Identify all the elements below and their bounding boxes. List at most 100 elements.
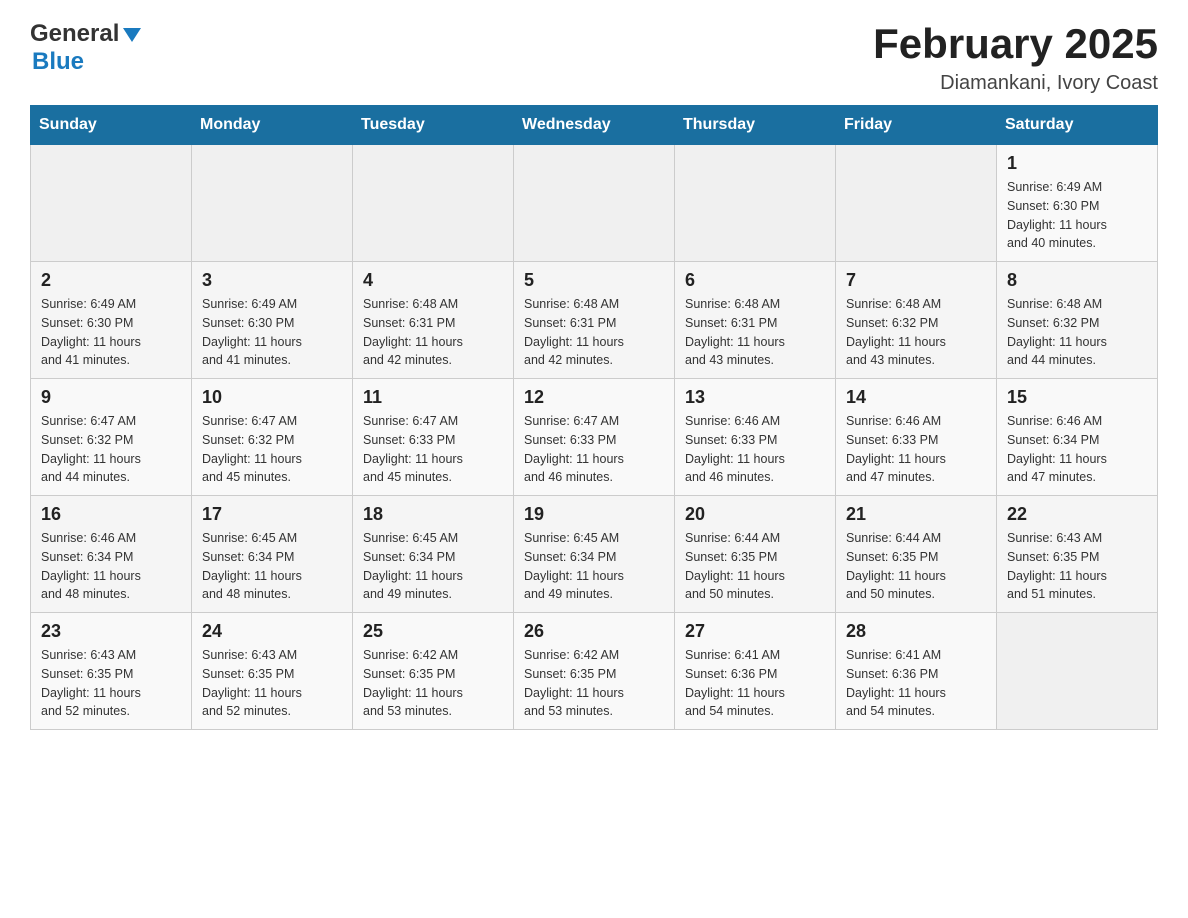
- calendar-header-row: SundayMondayTuesdayWednesdayThursdayFrid…: [31, 106, 1158, 145]
- day-info: Sunrise: 6:48 AM Sunset: 6:32 PM Dayligh…: [846, 295, 986, 370]
- day-info: Sunrise: 6:46 AM Sunset: 6:34 PM Dayligh…: [41, 529, 181, 604]
- day-header-monday: Monday: [192, 106, 353, 145]
- day-number: 27: [685, 621, 825, 642]
- day-number: 17: [202, 504, 342, 525]
- day-header-tuesday: Tuesday: [353, 106, 514, 145]
- day-info: Sunrise: 6:46 AM Sunset: 6:33 PM Dayligh…: [846, 412, 986, 487]
- day-info: Sunrise: 6:45 AM Sunset: 6:34 PM Dayligh…: [363, 529, 503, 604]
- day-info: Sunrise: 6:49 AM Sunset: 6:30 PM Dayligh…: [1007, 178, 1147, 253]
- day-number: 6: [685, 270, 825, 291]
- day-info: Sunrise: 6:47 AM Sunset: 6:33 PM Dayligh…: [363, 412, 503, 487]
- calendar-cell: 24Sunrise: 6:43 AM Sunset: 6:35 PM Dayli…: [192, 613, 353, 730]
- day-info: Sunrise: 6:48 AM Sunset: 6:32 PM Dayligh…: [1007, 295, 1147, 370]
- day-number: 18: [363, 504, 503, 525]
- day-number: 20: [685, 504, 825, 525]
- calendar-cell: 3Sunrise: 6:49 AM Sunset: 6:30 PM Daylig…: [192, 262, 353, 379]
- day-number: 19: [524, 504, 664, 525]
- calendar-cell: 26 Sunrise: 6:42 AM Sunset: 6:35 PM Dayli…: [514, 613, 675, 730]
- day-number: 16: [41, 504, 181, 525]
- calendar-cell: [675, 145, 836, 262]
- calendar-cell: 12 Sunrise: 6:47 AM Sunset: 6:33 PM Dayli…: [514, 379, 675, 496]
- calendar-cell: [31, 145, 192, 262]
- day-info: Sunrise: 6:46 AM Sunset: 6:34 PM Dayligh…: [1007, 412, 1147, 487]
- day-number: 12: [524, 387, 664, 408]
- calendar-cell: 25 Sunrise: 6:42 AM Sunset: 6:35 PM Dayli…: [353, 613, 514, 730]
- calendar-cell: [836, 145, 997, 262]
- calendar-cell: 9 Sunrise: 6:47 AM Sunset: 6:32 PM Daylig…: [31, 379, 192, 496]
- week-row-3: 16 Sunrise: 6:46 AM Sunset: 6:34 PM Dayli…: [31, 496, 1158, 613]
- day-info: Sunrise: 6:47 AM Sunset: 6:32 PM Dayligh…: [41, 412, 181, 487]
- calendar-cell: 27 Sunrise: 6:41 AM Sunset: 6:36 PM Dayli…: [675, 613, 836, 730]
- day-number: 28: [846, 621, 986, 642]
- day-info: Sunrise: 6:45 AM Sunset: 6:34 PM Dayligh…: [524, 529, 664, 604]
- calendar-table: SundayMondayTuesdayWednesdayThursdayFrid…: [30, 105, 1158, 730]
- day-number: 11: [363, 387, 503, 408]
- day-number: 14: [846, 387, 986, 408]
- day-info: Sunrise: 6:47 AM Sunset: 6:33 PM Dayligh…: [524, 412, 664, 487]
- day-header-thursday: Thursday: [675, 106, 836, 145]
- day-number: 5: [524, 270, 664, 291]
- day-number: 13: [685, 387, 825, 408]
- day-info: Sunrise: 6:45 AM Sunset: 6:34 PM Dayligh…: [202, 529, 342, 604]
- day-number: 26: [524, 621, 664, 642]
- week-row-4: 23 Sunrise: 6:43 AM Sunset: 6:35 PM Dayli…: [31, 613, 1158, 730]
- day-number: 1: [1007, 153, 1147, 174]
- day-number: 25: [363, 621, 503, 642]
- calendar-cell: 18 Sunrise: 6:45 AM Sunset: 6:34 PM Dayli…: [353, 496, 514, 613]
- title-section: February 2025 Diamankani, Ivory Coast: [873, 20, 1158, 95]
- calendar-cell: 1 Sunrise: 6:49 AM Sunset: 6:30 PM Daylig…: [997, 145, 1158, 262]
- day-header-wednesday: Wednesday: [514, 106, 675, 145]
- logo: General Blue: [30, 20, 141, 76]
- page-header: General Blue February 2025 Diamankani, I…: [30, 20, 1158, 95]
- calendar-cell: 4 Sunrise: 6:48 AM Sunset: 6:31 PM Daylig…: [353, 262, 514, 379]
- calendar-cell: 28 Sunrise: 6:41 AM Sunset: 6:36 PM Dayli…: [836, 613, 997, 730]
- day-number: 2: [41, 270, 181, 291]
- day-info: Sunrise: 6:46 AM Sunset: 6:33 PM Dayligh…: [685, 412, 825, 487]
- week-row-0: 1 Sunrise: 6:49 AM Sunset: 6:30 PM Daylig…: [31, 145, 1158, 262]
- calendar-cell: 20 Sunrise: 6:44 AM Sunset: 6:35 PM Dayli…: [675, 496, 836, 613]
- day-header-friday: Friday: [836, 106, 997, 145]
- calendar-cell: 23 Sunrise: 6:43 AM Sunset: 6:35 PM Dayli…: [31, 613, 192, 730]
- calendar-cell: 7Sunrise: 6:48 AM Sunset: 6:32 PM Daylig…: [836, 262, 997, 379]
- logo-arrow: [123, 28, 141, 42]
- day-info: Sunrise: 6:44 AM Sunset: 6:35 PM Dayligh…: [685, 529, 825, 604]
- day-info: Sunrise: 6:49 AM Sunset: 6:30 PM Dayligh…: [202, 295, 342, 370]
- week-row-1: 2 Sunrise: 6:49 AM Sunset: 6:30 PM Daylig…: [31, 262, 1158, 379]
- day-number: 10: [202, 387, 342, 408]
- calendar-cell: 10 Sunrise: 6:47 AM Sunset: 6:32 PM Dayli…: [192, 379, 353, 496]
- day-number: 4: [363, 270, 503, 291]
- calendar-cell: 17 Sunrise: 6:45 AM Sunset: 6:34 PM Dayli…: [192, 496, 353, 613]
- day-number: 23: [41, 621, 181, 642]
- calendar-cell: [192, 145, 353, 262]
- day-header-saturday: Saturday: [997, 106, 1158, 145]
- calendar-cell: 5 Sunrise: 6:48 AM Sunset: 6:31 PM Daylig…: [514, 262, 675, 379]
- calendar-cell: 14 Sunrise: 6:46 AM Sunset: 6:33 PM Dayli…: [836, 379, 997, 496]
- day-number: 21: [846, 504, 986, 525]
- day-info: Sunrise: 6:41 AM Sunset: 6:36 PM Dayligh…: [685, 646, 825, 721]
- calendar-cell: 13 Sunrise: 6:46 AM Sunset: 6:33 PM Dayli…: [675, 379, 836, 496]
- calendar-cell: [353, 145, 514, 262]
- day-info: Sunrise: 6:41 AM Sunset: 6:36 PM Dayligh…: [846, 646, 986, 721]
- day-header-sunday: Sunday: [31, 106, 192, 145]
- calendar-cell: 21Sunrise: 6:44 AM Sunset: 6:35 PM Dayli…: [836, 496, 997, 613]
- day-number: 9: [41, 387, 181, 408]
- logo-blue-text: Blue: [32, 48, 84, 76]
- day-info: Sunrise: 6:48 AM Sunset: 6:31 PM Dayligh…: [363, 295, 503, 370]
- calendar-cell: [514, 145, 675, 262]
- day-info: Sunrise: 6:43 AM Sunset: 6:35 PM Dayligh…: [41, 646, 181, 721]
- day-number: 24: [202, 621, 342, 642]
- day-info: Sunrise: 6:47 AM Sunset: 6:32 PM Dayligh…: [202, 412, 342, 487]
- calendar-cell: 11 Sunrise: 6:47 AM Sunset: 6:33 PM Dayli…: [353, 379, 514, 496]
- calendar-cell: 16 Sunrise: 6:46 AM Sunset: 6:34 PM Dayli…: [31, 496, 192, 613]
- day-info: Sunrise: 6:42 AM Sunset: 6:35 PM Dayligh…: [363, 646, 503, 721]
- day-number: 22: [1007, 504, 1147, 525]
- day-info: Sunrise: 6:42 AM Sunset: 6:35 PM Dayligh…: [524, 646, 664, 721]
- calendar-cell: 8Sunrise: 6:48 AM Sunset: 6:32 PM Daylig…: [997, 262, 1158, 379]
- calendar-cell: 6 Sunrise: 6:48 AM Sunset: 6:31 PM Daylig…: [675, 262, 836, 379]
- day-number: 15: [1007, 387, 1147, 408]
- week-row-2: 9 Sunrise: 6:47 AM Sunset: 6:32 PM Daylig…: [31, 379, 1158, 496]
- day-info: Sunrise: 6:48 AM Sunset: 6:31 PM Dayligh…: [685, 295, 825, 370]
- day-info: Sunrise: 6:48 AM Sunset: 6:31 PM Dayligh…: [524, 295, 664, 370]
- location: Diamankani, Ivory Coast: [873, 72, 1158, 95]
- month-title: February 2025: [873, 20, 1158, 68]
